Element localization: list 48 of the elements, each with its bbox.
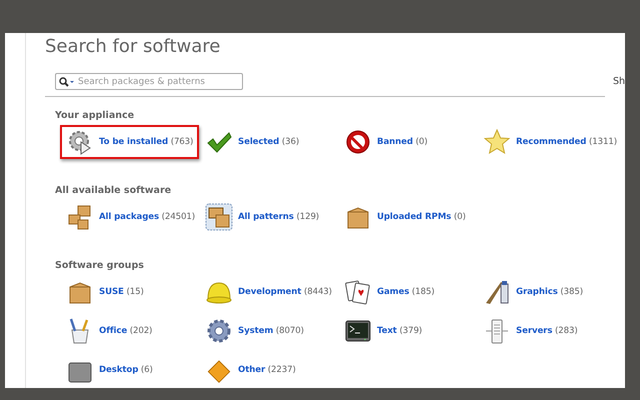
item-count: (379) [399, 326, 422, 336]
category-link[interactable]: Uploaded RPMs [377, 212, 452, 222]
boxes-icon [205, 203, 233, 231]
category-link[interactable]: SUSE [99, 287, 124, 297]
category-link[interactable]: Recommended [516, 137, 586, 147]
search-icon [59, 76, 75, 86]
item-count: (385) [560, 287, 583, 297]
item-count: (24501) [162, 212, 195, 222]
item-count: (2237) [268, 365, 296, 375]
page-title: Search for software [45, 35, 222, 59]
category-link[interactable]: All packages [99, 212, 159, 222]
section-heading: Your appliance [54, 109, 136, 123]
category-link[interactable]: Graphics [516, 287, 558, 297]
item-count: (202) [130, 326, 152, 336]
category-link[interactable]: Office [99, 326, 128, 336]
item-count: (6) [140, 365, 153, 375]
category-link[interactable]: Development [238, 287, 302, 297]
item-count: (0) [454, 212, 466, 222]
item-count: (8070) [276, 326, 304, 336]
category-link[interactable]: Desktop [99, 365, 138, 375]
cut-off-link[interactable]: Sh [612, 76, 625, 87]
section-heading: All available software [54, 184, 172, 198]
playing-cards-icon [344, 278, 372, 306]
item-count: (283) [554, 326, 578, 336]
item-count: (1311) [588, 137, 617, 147]
item-count: (36) [282, 137, 300, 147]
category-link[interactable]: Other [238, 365, 266, 375]
category-link[interactable]: System [238, 326, 274, 336]
section-heading: Software groups [54, 259, 145, 273]
category-link[interactable]: Games [377, 287, 410, 297]
category-link[interactable]: To be installed [99, 137, 168, 147]
gear-icon [205, 317, 233, 345]
category-link[interactable]: Banned [377, 137, 413, 147]
paintbrush-icon [483, 278, 511, 306]
item-count: (8443) [304, 287, 332, 297]
item-count: (129) [296, 212, 320, 222]
item-count: (763) [170, 137, 194, 147]
search-field[interactable]: Search packages & patterns [55, 73, 243, 90]
no-entry-icon [344, 128, 372, 156]
category-link[interactable]: Servers [516, 326, 552, 336]
server-icon [483, 317, 511, 345]
category-link[interactable]: Text [377, 326, 397, 336]
item-count: (185) [412, 287, 435, 297]
item-count: (15) [126, 287, 144, 297]
star-icon [483, 128, 511, 156]
category-link[interactable]: All patterns [238, 212, 294, 222]
item-count: (0) [416, 137, 428, 147]
category-link[interactable]: Selected [238, 137, 280, 147]
